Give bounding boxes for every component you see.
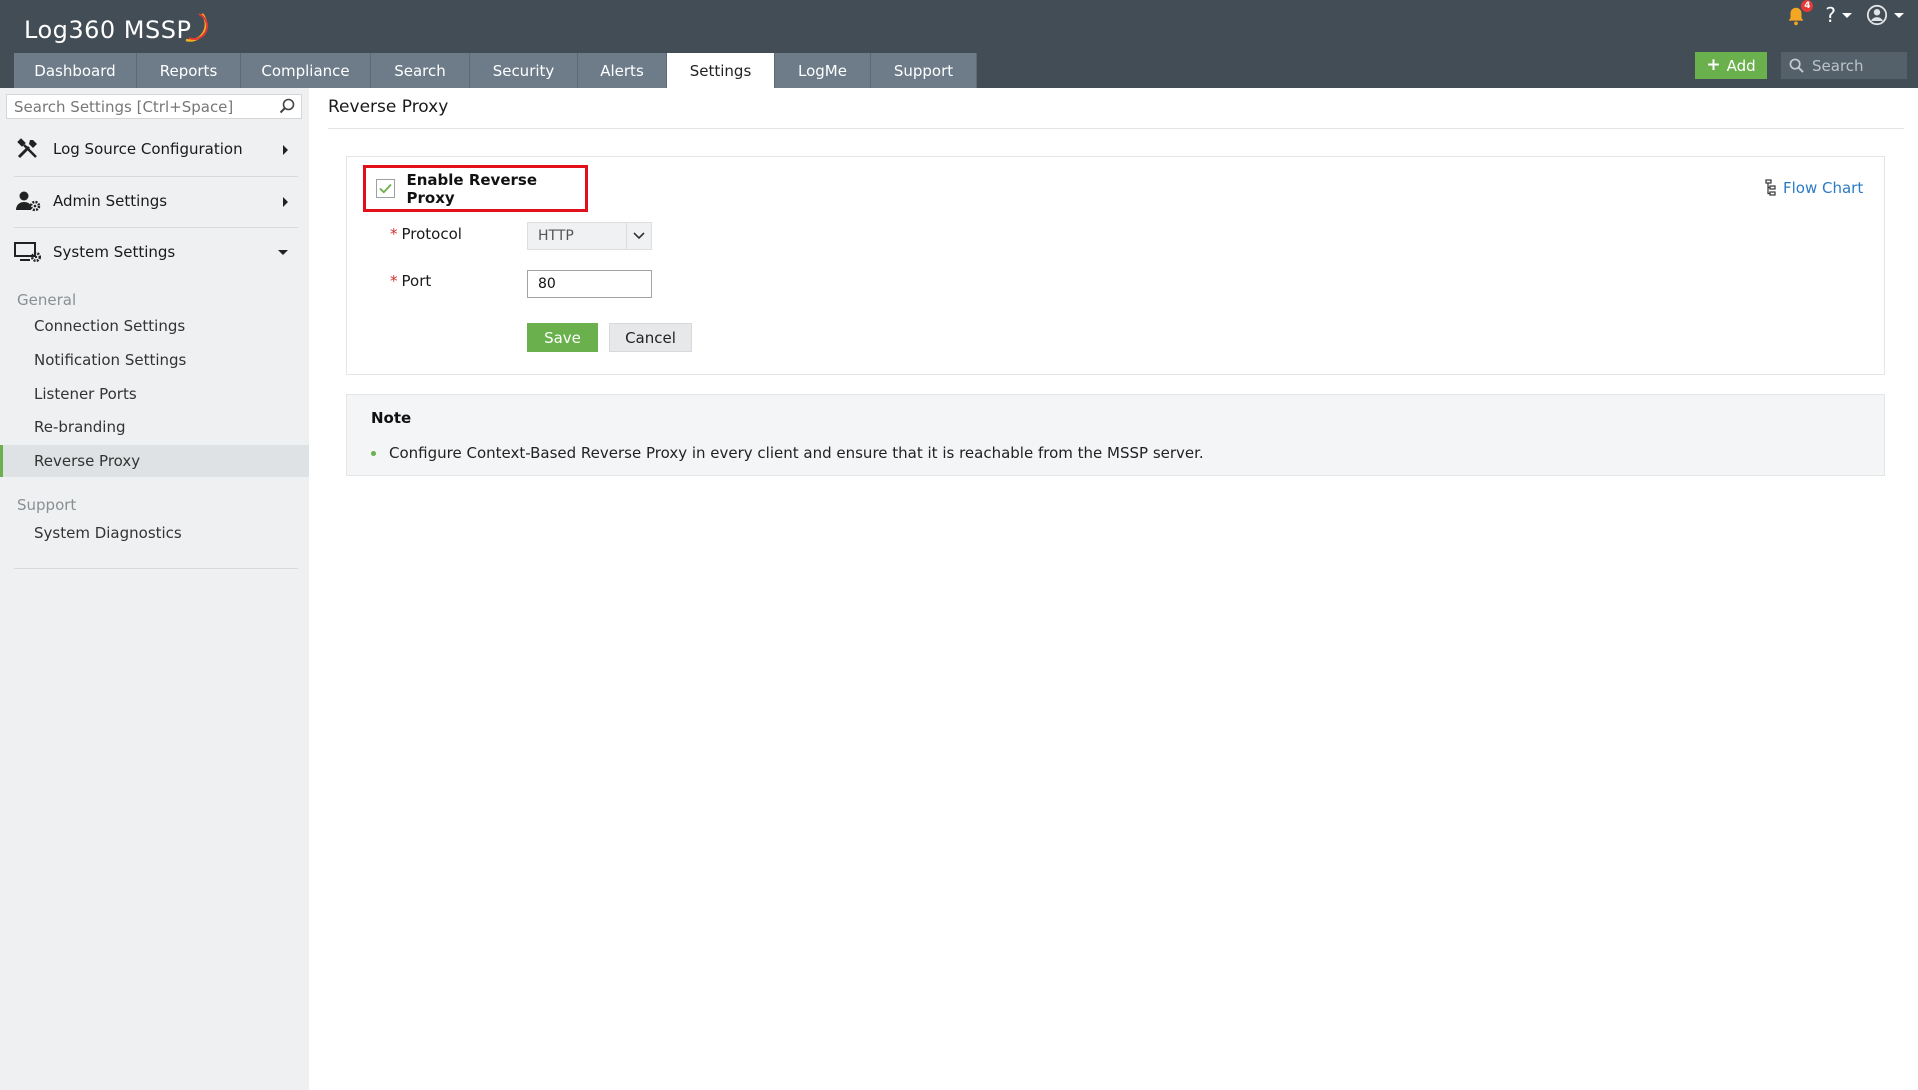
- help-menu[interactable]: ?: [1825, 3, 1852, 27]
- divider: [14, 568, 298, 569]
- note-box: Note Configure Context-Based Reverse Pro…: [346, 394, 1885, 476]
- note-title: Note: [371, 409, 412, 427]
- note-item: Configure Context-Based Reverse Proxy in…: [371, 444, 1204, 462]
- protocol-select[interactable]: HTTP: [527, 222, 652, 250]
- cancel-button[interactable]: Cancel: [609, 323, 692, 352]
- section-label: Log Source Configuration: [53, 140, 243, 158]
- header-search[interactable]: Search: [1781, 52, 1907, 79]
- tab-security[interactable]: Security: [470, 53, 578, 88]
- search-icon: [1789, 58, 1804, 73]
- page-title: Reverse Proxy: [328, 97, 449, 117]
- app-logo[interactable]: Log360 MSSP: [24, 16, 191, 44]
- port-input[interactable]: [527, 270, 652, 298]
- caret-right-icon: [283, 145, 288, 155]
- tab-search[interactable]: Search: [371, 53, 470, 88]
- protocol-label: * Protocol: [390, 225, 462, 243]
- add-button-label: Add: [1726, 56, 1756, 75]
- sidebar-item-re-branding[interactable]: Re-branding: [0, 411, 309, 443]
- flow-chart-link[interactable]: Flow Chart: [1765, 179, 1863, 197]
- sidebar-item-system-diagnostics[interactable]: System Diagnostics: [0, 517, 309, 549]
- header-search-placeholder: Search: [1812, 56, 1864, 75]
- chevron-down-icon: [1842, 12, 1852, 18]
- monitor-gear-icon: [14, 238, 42, 266]
- tab-compliance[interactable]: Compliance: [241, 53, 371, 88]
- tab-dashboard[interactable]: Dashboard: [14, 53, 137, 88]
- tab-logme[interactable]: LogMe: [775, 53, 871, 88]
- required-mark: *: [390, 272, 398, 290]
- logo-arc-icon: [185, 13, 208, 42]
- tab-settings[interactable]: Settings: [667, 53, 775, 88]
- enable-label: Enable Reverse Proxy: [406, 170, 538, 207]
- section-system-settings[interactable]: System Settings: [14, 227, 298, 277]
- protocol-label-text: Protocol: [401, 225, 462, 243]
- user-avatar-icon: [1866, 4, 1888, 26]
- note-item-text: Configure Context-Based Reverse Proxy in…: [389, 444, 1204, 462]
- main-nav-tabs: Dashboard Reports Compliance Search Secu…: [14, 53, 977, 88]
- notification-badge: 4: [1801, 0, 1814, 12]
- tab-support[interactable]: Support: [871, 53, 977, 88]
- port-label: * Port: [390, 272, 431, 290]
- chevron-down-icon: [1894, 12, 1904, 18]
- enable-reverse-proxy-toggle[interactable]: Enable Reverse Proxy: [363, 165, 588, 212]
- sidebar-item-notification-settings[interactable]: Notification Settings: [0, 344, 309, 376]
- sidebar-item-reverse-proxy[interactable]: Reverse Proxy: [0, 445, 309, 477]
- caret-right-icon: [283, 197, 288, 207]
- settings-search-box: [6, 94, 302, 119]
- settings-sidebar: Log Source Configuration Admin Settings …: [0, 88, 309, 1090]
- group-title-support: Support: [17, 496, 77, 514]
- settings-search-input[interactable]: [12, 95, 266, 119]
- save-button[interactable]: Save: [527, 323, 598, 352]
- required-mark: *: [390, 225, 398, 243]
- admin-gear-icon: [14, 187, 42, 215]
- tab-reports[interactable]: Reports: [137, 53, 241, 88]
- user-menu[interactable]: [1866, 4, 1904, 26]
- section-label: Admin Settings: [53, 192, 168, 210]
- checkmark-icon: [379, 183, 392, 194]
- caret-down-icon: [278, 250, 288, 255]
- sidebar-item-listener-ports[interactable]: Listener Ports: [0, 378, 309, 410]
- flow-chart-label: Flow Chart: [1783, 179, 1864, 197]
- sidebar-item-connection-settings[interactable]: Connection Settings: [0, 310, 309, 342]
- flow-chart-icon: [1765, 179, 1776, 196]
- notifications-button[interactable]: 4: [1783, 0, 1814, 28]
- protocol-value: HTTP: [538, 228, 574, 244]
- enable-checkbox[interactable]: [376, 179, 395, 198]
- plus-icon: +: [1706, 55, 1721, 75]
- help-icon: ?: [1825, 3, 1836, 27]
- header-utilities: 4 ?: [1783, 0, 1904, 28]
- add-button[interactable]: + Add: [1695, 52, 1767, 79]
- top-header: Log360 MSSP 4 ? Dashboard Reports Compli…: [0, 0, 1918, 88]
- chevron-down-icon: [626, 223, 651, 249]
- section-admin-settings[interactable]: Admin Settings: [14, 176, 298, 226]
- search-icon[interactable]: [279, 98, 295, 114]
- bullet-icon: [371, 450, 376, 456]
- port-label-text: Port: [401, 272, 432, 290]
- section-label: System Settings: [53, 243, 176, 261]
- group-title-general: General: [17, 291, 77, 309]
- tools-icon: [14, 135, 42, 163]
- divider: [328, 128, 1904, 129]
- tab-alerts[interactable]: Alerts: [578, 53, 667, 88]
- section-log-source-configuration[interactable]: Log Source Configuration: [14, 124, 298, 174]
